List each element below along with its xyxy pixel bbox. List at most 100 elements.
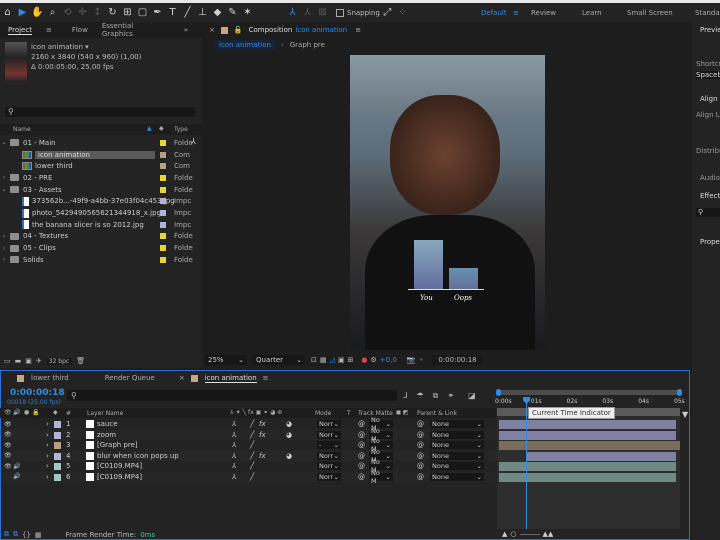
timeline-search-input[interactable]: ⚲ [67, 390, 397, 401]
trash-icon[interactable]: 🗑 [76, 357, 85, 365]
zoom-slider-thumb[interactable]: ○ [510, 530, 516, 538]
chevron-right-icon[interactable]: › [0, 256, 8, 263]
quality-switch-icon[interactable]: ╱ [250, 431, 254, 439]
label-color-swatch[interactable] [160, 163, 166, 170]
zoom-slider-track[interactable] [519, 533, 540, 535]
project-item[interactable]: photo_5429490565621344918_x.jpg Impc [0, 207, 202, 219]
close-tab-icon[interactable]: × [179, 374, 185, 382]
pan-behind-icon[interactable]: ⊞ [120, 5, 135, 20]
expand-layer-icon[interactable]: › [46, 420, 49, 428]
eraser-tool-icon[interactable]: ◆ [210, 5, 225, 20]
parent-pickwhip-icon[interactable]: @ [417, 420, 424, 428]
shy-switch-icon[interactable]: ⅄ [232, 452, 236, 460]
snap-edges-icon[interactable]: ⤢ [380, 5, 395, 20]
layer-row[interactable]: 👁 › 1 sauce ⅄ ╱ fx ◕ Norr ⌄ @ No M ⌄ @ None ⌄ [1, 416, 496, 432]
orbit-camera-icon[interactable]: ⟲ [60, 5, 75, 20]
label-color-swatch[interactable] [160, 174, 166, 181]
shy-switch-icon[interactable]: ⅄ [232, 431, 236, 439]
column-type[interactable]: Type [174, 126, 188, 133]
channels-icon[interactable]: ● [361, 356, 367, 364]
new-folder-icon[interactable]: ▬ [15, 357, 22, 365]
composition-menu-icon[interactable]: ≡ [355, 26, 361, 34]
shy-switch-icon[interactable]: ⅄ [232, 473, 236, 481]
label-color-swatch[interactable] [160, 210, 166, 217]
composition-viewer[interactable] [350, 55, 545, 350]
mode-dropdown[interactable]: Norr ⌄ [317, 451, 341, 460]
parent-pickwhip-icon[interactable]: @ [417, 431, 424, 439]
expand-layer-icon[interactable]: › [46, 462, 49, 470]
solo-switch-icon[interactable]: ● [24, 409, 29, 416]
layer-name[interactable]: [C0109.MP4] [97, 462, 142, 470]
label-tag-icon[interactable]: ◆ [159, 125, 164, 132]
rotation-tool-icon[interactable]: ↻ [105, 5, 120, 20]
transparency-grid-icon[interactable]: ▦ [320, 356, 327, 364]
layer-row[interactable]: 👁 🔊 › 5 [C0109.MP4] ⅄ ╱ Norr ⌄ @ No M ⌄ @ None ⌄ [1, 458, 496, 474]
mode-dropdown[interactable]: Norr ⌄ [317, 462, 341, 470]
region-of-interest-icon[interactable]: ▣ [338, 356, 345, 364]
chevron-right-icon[interactable]: › [0, 245, 8, 252]
grid-guides-icon[interactable]: ⊞ [348, 356, 354, 364]
comp-info-dropdown-icon[interactable]: ▾ [85, 43, 89, 51]
mode-dropdown[interactable]: Norr ⌄ [317, 472, 341, 481]
layer-row[interactable]: 👁 › 2 zoom ⅄ ╱ fx ◕ Norr ⌄ @ No M ⌄ @ None ⌄ [1, 427, 496, 443]
quality-switch-icon[interactable]: ╱ [250, 473, 254, 481]
track-matte-link-icon[interactable]: @ [358, 420, 365, 428]
timeline-zoom-slider[interactable]: ▲ ○ ▲▲ [502, 530, 553, 538]
shortcut-dropdown[interactable]: Spacebar [696, 71, 720, 79]
layer-name[interactable]: [C0109.MP4] [97, 473, 142, 481]
render-icon[interactable]: ✈ [36, 357, 42, 365]
layer-name[interactable]: sauce [97, 420, 118, 428]
track-matte-link-icon[interactable]: @ [358, 462, 365, 470]
label-color-swatch[interactable] [160, 256, 166, 263]
project-item[interactable]: icon animation Com [0, 149, 202, 161]
sort-ascending-icon[interactable]: ▲ [147, 125, 152, 132]
parent-pickwhip-icon[interactable]: @ [417, 462, 424, 470]
mode-dropdown[interactable]: - ⌄ [317, 441, 341, 449]
workspace-small-screen[interactable]: Small Screen [627, 3, 673, 22]
eye-icon[interactable]: 👁 [4, 421, 12, 428]
clone-stamp-icon[interactable]: ⊥ [195, 5, 210, 20]
frame-blending-icon[interactable]: ⧉ [433, 391, 439, 401]
eye-icon[interactable]: 👁 [4, 442, 12, 449]
layer-name[interactable]: [Graph pre] [97, 441, 138, 449]
snap-features-icon[interactable]: ⁘ [395, 5, 410, 20]
track-matte-link-icon[interactable]: @ [358, 473, 365, 481]
composition-tab-label[interactable]: Composition [249, 26, 293, 34]
label-color-swatch[interactable] [160, 198, 166, 205]
adjustment-layer-icon[interactable]: ◕ [286, 420, 292, 428]
column-layer-name[interactable]: Layer Name [87, 410, 123, 417]
pen-tool-icon[interactable]: ✒ [150, 5, 165, 20]
project-item[interactable]: ⌄ 01 - Main Folde [0, 137, 202, 149]
track-matte-dropdown[interactable]: No M ⌄ [369, 469, 393, 485]
label-color-swatch[interactable] [160, 221, 166, 228]
layer-label-color[interactable] [54, 473, 61, 481]
brush-tool-icon[interactable]: ╱ [180, 5, 195, 20]
pan-camera-icon[interactable]: ✛ [75, 5, 90, 20]
zoom-tool-icon[interactable]: ⌕ [45, 5, 60, 20]
layer-row[interactable]: 👁 › 4 blur when icon pops up ⅄ ╱ fx ◕ Norr ⌄ @ No M… [1, 448, 496, 464]
track-matte-link-icon[interactable]: @ [358, 431, 365, 439]
motion-blur-icon[interactable]: ⚭ [447, 391, 454, 401]
parent-dropdown[interactable]: None ⌄ [430, 441, 484, 449]
layer-name[interactable]: zoom [97, 431, 116, 439]
adjustment-layer-icon[interactable]: ◕ [286, 452, 292, 460]
expand-layer-icon[interactable]: › [46, 473, 49, 481]
project-item[interactable]: the banana slicer is so 2012.jpg Impc [0, 219, 202, 231]
effects-presets-tab[interactable]: Effects & Presets [700, 192, 720, 200]
show-snapshot-icon[interactable]: ⚭ [419, 356, 425, 364]
lock-switch-icon[interactable]: 🔒 [32, 409, 39, 416]
layer-label-color[interactable] [54, 452, 61, 460]
layer-duration-bar[interactable] [527, 451, 676, 461]
viewer-timecode[interactable]: 0:00:00:18 [432, 355, 483, 365]
audio-icon[interactable]: 🔊 [13, 463, 20, 470]
mode-dropdown[interactable]: Norr ⌄ [317, 430, 341, 439]
parent-dropdown[interactable]: None ⌄ [430, 451, 484, 460]
tab-render-queue[interactable]: Render Queue [105, 374, 155, 382]
exposure-reset-icon[interactable]: ⚙ [371, 356, 377, 364]
layer-label-color[interactable] [54, 431, 61, 439]
layer-row[interactable]: 👁 › 3 [Graph pre] ⅄ ╱ - ⌄ @ No M ⌄ @ None ⌄ [1, 437, 496, 453]
effects-search-input[interactable]: ⚲ [696, 208, 720, 217]
fast-previews-icon[interactable]: ⊡ [311, 356, 317, 364]
label-color-swatch[interactable] [160, 186, 166, 193]
mask-visibility-icon[interactable]: ◿ [330, 356, 335, 364]
